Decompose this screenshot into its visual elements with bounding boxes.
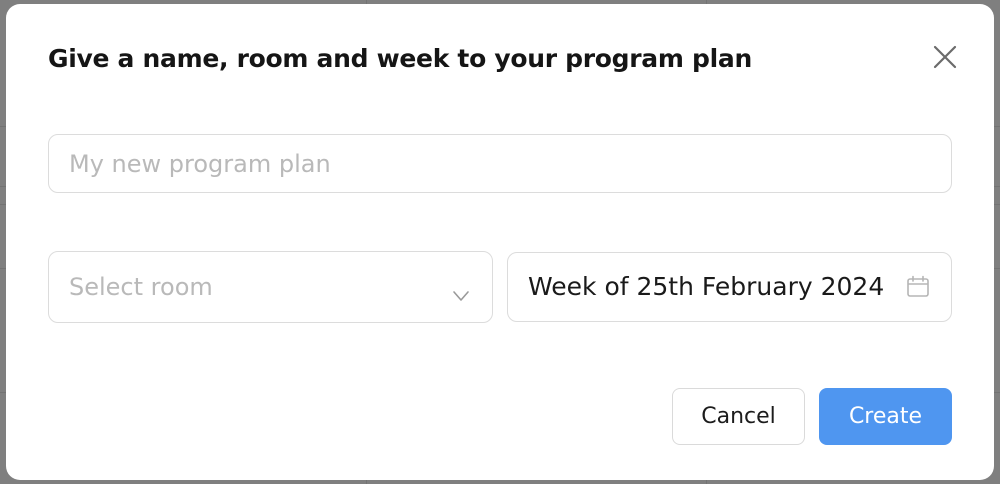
program-plan-name-input[interactable] bbox=[48, 134, 952, 193]
week-picker-value: Week of 25th February 2024 bbox=[528, 272, 885, 301]
week-picker[interactable]: Week of 25th February 2024 bbox=[507, 252, 952, 322]
close-x-icon bbox=[933, 45, 957, 69]
create-program-plan-dialog: Give a name, room and week to your progr… bbox=[6, 4, 994, 480]
dialog-title: Give a name, room and week to your progr… bbox=[48, 44, 752, 73]
cancel-button[interactable]: Cancel bbox=[672, 388, 805, 445]
room-select-placeholder: Select room bbox=[69, 273, 213, 301]
chevron-down-icon bbox=[453, 291, 469, 301]
room-select[interactable]: Select room bbox=[48, 251, 493, 323]
close-button[interactable] bbox=[930, 42, 960, 72]
create-button[interactable]: Create bbox=[819, 388, 952, 445]
calendar-icon[interactable] bbox=[906, 275, 930, 299]
